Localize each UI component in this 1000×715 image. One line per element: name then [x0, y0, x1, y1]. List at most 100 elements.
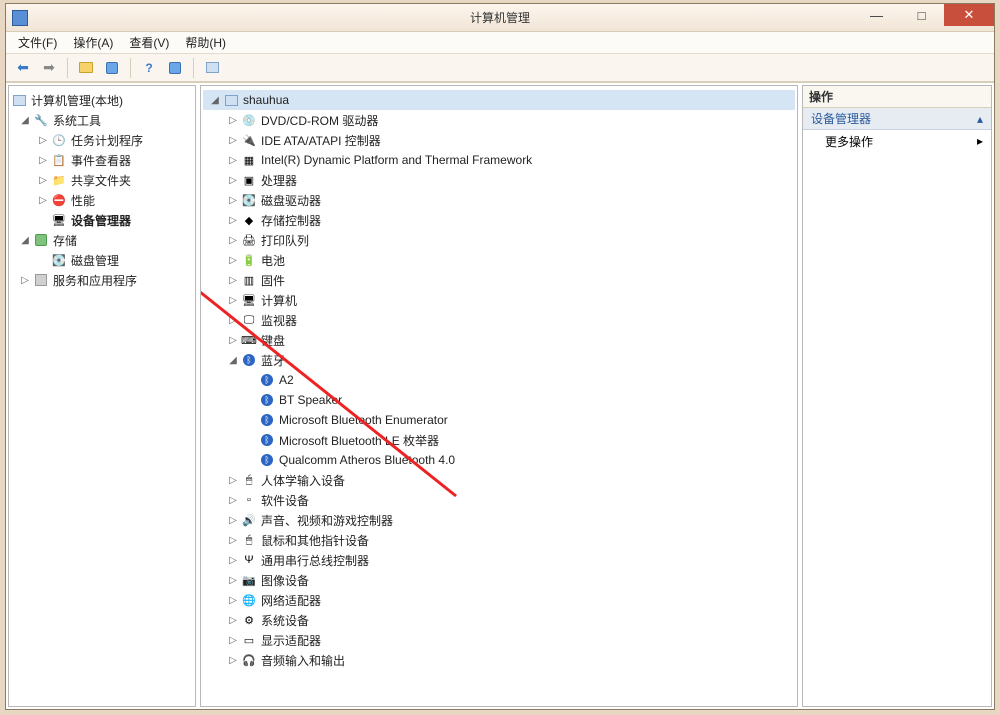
menu-help[interactable]: 帮助(H) [179, 32, 232, 53]
device-item[interactable]: ▷🖥计算机 [203, 290, 795, 310]
expand-icon[interactable]: ▷ [227, 594, 239, 606]
device-label: 音频输入和输出 [261, 652, 345, 669]
device-item[interactable]: ▷▣处理器 [203, 170, 795, 190]
show-icon [206, 62, 219, 73]
device-item[interactable]: ▷🔋电池 [203, 250, 795, 270]
help-button[interactable]: ? [138, 57, 160, 79]
expand-icon[interactable]: ▷ [227, 194, 239, 206]
device-item[interactable]: ▷🖨打印队列 [203, 230, 795, 250]
device-item[interactable]: ▷🌐网络适配器 [203, 590, 795, 610]
expand-icon[interactable]: ▷ [227, 534, 239, 546]
device-tree[interactable]: ◢ shauhua ▷💿DVD/CD-ROM 驱动器▷🔌IDE ATA/ATAP… [201, 86, 797, 674]
expand-icon[interactable]: ▷ [227, 334, 239, 346]
show-button[interactable] [201, 57, 223, 79]
expand-icon[interactable]: ▷ [227, 514, 239, 526]
device-item[interactable]: ▷▦Intel(R) Dynamic Platform and Thermal … [203, 150, 795, 170]
tree-label: 任务计划程序 [71, 132, 143, 149]
tree-systools[interactable]: ◢ 🔧 系统工具 [11, 110, 193, 130]
device-label: 电池 [261, 252, 285, 269]
device-bt-item[interactable]: ᛒMicrosoft Bluetooth Enumerator [203, 410, 795, 430]
expand-icon[interactable]: ▷ [227, 254, 239, 266]
device-item[interactable]: ▷⚙系统设备 [203, 610, 795, 630]
expand-icon[interactable]: ▷ [227, 134, 239, 146]
expand-icon[interactable]: ▷ [227, 474, 239, 486]
tree-item[interactable]: ▷⛔性能 [11, 190, 193, 210]
device-item[interactable]: ▷🖵监视器 [203, 310, 795, 330]
device-label: 网络适配器 [261, 592, 321, 609]
expand-icon[interactable]: ◢ [209, 94, 221, 106]
menu-view[interactable]: 查看(V) [123, 32, 175, 53]
device-item[interactable]: ▷Ψ通用串行总线控制器 [203, 550, 795, 570]
forward-button[interactable]: ➡ [38, 57, 60, 79]
tree-item[interactable]: 🖥设备管理器 [11, 210, 193, 230]
expand-icon[interactable]: ▷ [227, 314, 239, 326]
device-label: 声音、视频和游戏控制器 [261, 512, 393, 529]
left-tree[interactable]: 计算机管理(本地) ◢ 🔧 系统工具 ▷🕒任务计划程序▷📋事件查看器▷📁共享文件… [9, 86, 195, 294]
device-item[interactable]: ▷💽磁盘驱动器 [203, 190, 795, 210]
device-item[interactable]: ▷🔊声音、视频和游戏控制器 [203, 510, 795, 530]
device-item[interactable]: ▷🖱人体学输入设备 [203, 470, 795, 490]
tree-services[interactable]: ▷ 服务和应用程序 [11, 270, 193, 290]
expand-icon[interactable]: ▷ [227, 294, 239, 306]
device-item[interactable]: ▷🔌IDE ATA/ATAPI 控制器 [203, 130, 795, 150]
expand-icon[interactable]: ▷ [37, 174, 49, 186]
device-label: 磁盘驱动器 [261, 192, 321, 209]
device-root[interactable]: ◢ shauhua [203, 90, 795, 110]
device-bt-item[interactable]: ᛒQualcomm Atheros Bluetooth 4.0 [203, 450, 795, 470]
minimize-button[interactable]: — [854, 4, 899, 26]
expand-icon[interactable]: ▷ [37, 134, 49, 146]
device-bt-item[interactable]: ᛒMicrosoft Bluetooth LE 枚举器 [203, 430, 795, 450]
expand-icon[interactable] [37, 214, 49, 226]
device-label: IDE ATA/ATAPI 控制器 [261, 132, 381, 149]
tree-item[interactable]: ▷📁共享文件夹 [11, 170, 193, 190]
back-button[interactable]: ⬅ [12, 57, 34, 79]
device-item[interactable]: ▷📷图像设备 [203, 570, 795, 590]
expand-icon[interactable]: ▷ [227, 174, 239, 186]
expand-icon[interactable]: ▷ [19, 274, 31, 286]
expand-icon[interactable]: ▷ [37, 194, 49, 206]
menu-action[interactable]: 操作(A) [67, 32, 119, 53]
device-label: 打印队列 [261, 232, 309, 249]
expand-icon[interactable]: ▷ [227, 634, 239, 646]
expand-icon[interactable]: ◢ [19, 234, 31, 246]
tree-item[interactable]: 💽磁盘管理 [11, 250, 193, 270]
close-button[interactable]: ✕ [944, 4, 994, 26]
device-bluetooth[interactable]: ◢ ᛒ 蓝牙 [203, 350, 795, 370]
expand-icon[interactable]: ▷ [227, 574, 239, 586]
menu-file[interactable]: 文件(F) [12, 32, 63, 53]
expand-icon[interactable]: ◢ [227, 354, 239, 366]
props-button[interactable] [101, 57, 123, 79]
expand-icon[interactable]: ▷ [227, 554, 239, 566]
device-item[interactable]: ▷🎧音频输入和输出 [203, 650, 795, 670]
device-bt-item[interactable]: ᛒA2 [203, 370, 795, 390]
tree-storage[interactable]: ◢ 存储 [11, 230, 193, 250]
expand-icon[interactable]: ▷ [227, 494, 239, 506]
expand-icon[interactable]: ▷ [227, 234, 239, 246]
device-item[interactable]: ▷⌨键盘 [203, 330, 795, 350]
tree-root[interactable]: 计算机管理(本地) [11, 90, 193, 110]
device-item[interactable]: ▷▭显示适配器 [203, 630, 795, 650]
expand-icon[interactable]: ▷ [37, 154, 49, 166]
device-label: A2 [279, 373, 294, 387]
up-button[interactable] [75, 57, 97, 79]
device-item[interactable]: ▷◆存储控制器 [203, 210, 795, 230]
expand-icon[interactable]: ▷ [227, 154, 239, 166]
expand-icon[interactable]: ◢ [19, 114, 31, 126]
expand-icon[interactable]: ▷ [227, 274, 239, 286]
device-item[interactable]: ▷▫软件设备 [203, 490, 795, 510]
expand-icon[interactable]: ▷ [227, 654, 239, 666]
device-label: 人体学输入设备 [261, 472, 345, 489]
device-item[interactable]: ▷🖱鼠标和其他指针设备 [203, 530, 795, 550]
maximize-button[interactable]: □ [899, 4, 944, 26]
tree-item[interactable]: ▷🕒任务计划程序 [11, 130, 193, 150]
device-item[interactable]: ▷▥固件 [203, 270, 795, 290]
actions-section[interactable]: 设备管理器 ▴ [803, 108, 991, 130]
device-item[interactable]: ▷💿DVD/CD-ROM 驱动器 [203, 110, 795, 130]
tree-item[interactable]: ▷📋事件查看器 [11, 150, 193, 170]
expand-icon[interactable]: ▷ [227, 614, 239, 626]
expand-icon[interactable]: ▷ [227, 114, 239, 126]
refresh-button[interactable] [164, 57, 186, 79]
expand-icon[interactable]: ▷ [227, 214, 239, 226]
actions-more[interactable]: 更多操作 ▸ [803, 130, 991, 152]
device-bt-item[interactable]: ᛒBT Speaker [203, 390, 795, 410]
